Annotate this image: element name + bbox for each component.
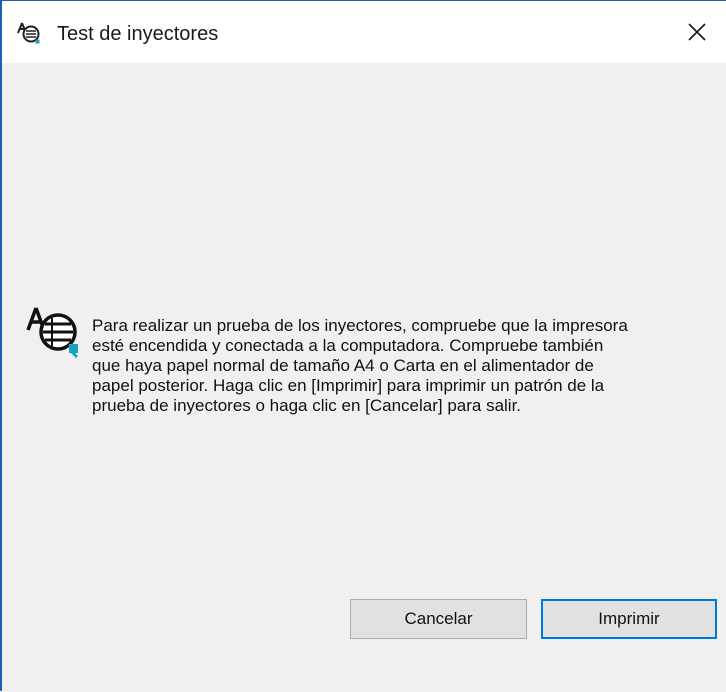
close-button[interactable] bbox=[668, 1, 726, 63]
close-icon bbox=[688, 23, 706, 41]
nozzle-check-icon bbox=[16, 21, 42, 45]
instruction-message: Para realizar un prueba de los inyectore… bbox=[92, 316, 692, 416]
message-line: papel posterior. Haga clic en [Imprimir]… bbox=[92, 376, 605, 395]
dialog-content: Para realizar un prueba de los inyectore… bbox=[2, 63, 726, 692]
cancel-button[interactable]: Cancelar bbox=[350, 599, 527, 639]
message-line: esté encendida y conectada a la computad… bbox=[92, 336, 604, 355]
message-line: Para realizar un prueba de los inyectore… bbox=[92, 316, 628, 335]
dialog-window: Test de inyectores Para realizar un prue… bbox=[0, 0, 726, 692]
message-line: prueba de inyectores o haga clic en [Can… bbox=[92, 396, 522, 415]
title-bar[interactable]: Test de inyectores bbox=[2, 1, 726, 63]
message-line: que haya papel normal de tamaño A4 o Car… bbox=[92, 356, 594, 375]
window-title: Test de inyectores bbox=[57, 23, 219, 45]
nozzle-check-icon bbox=[24, 304, 86, 360]
print-button[interactable]: Imprimir bbox=[541, 599, 717, 639]
